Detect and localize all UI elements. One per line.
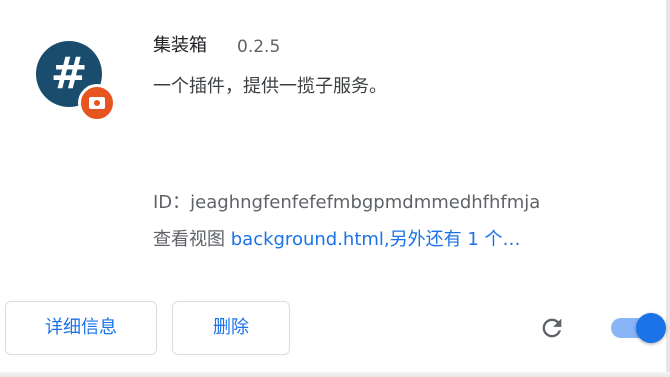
extension-card: # 集装箱 0.2.5 一个插件，提供一揽子服务。 ID：jeaghngfenf…	[0, 0, 670, 377]
extension-name: 集装箱	[153, 35, 207, 56]
extension-description: 一个插件，提供一揽子服务。	[153, 76, 387, 97]
inspect-views: 查看视图 background.html,另外还有 1 个…	[153, 226, 521, 254]
reload-icon[interactable]	[538, 314, 566, 342]
remove-button[interactable]: 删除	[172, 301, 290, 355]
enable-toggle-knob[interactable]	[636, 313, 666, 343]
background-page-link[interactable]: background.html,另外还有 1 个…	[231, 229, 521, 250]
card-edge	[666, 0, 670, 377]
id-label: ID：	[153, 192, 191, 213]
card-shadow	[0, 372, 670, 377]
id-value: jeaghngfenfefefmbgpmdmmedhfhfmja	[190, 192, 541, 213]
extension-version: 0.2.5	[237, 37, 281, 57]
extension-id: ID：jeaghngfenfefefmbgpmdmmedhfhfmja	[153, 189, 540, 217]
camera-badge-icon	[78, 84, 116, 122]
inspect-views-label: 查看视图	[153, 229, 225, 250]
details-button[interactable]: 详细信息	[5, 301, 157, 355]
